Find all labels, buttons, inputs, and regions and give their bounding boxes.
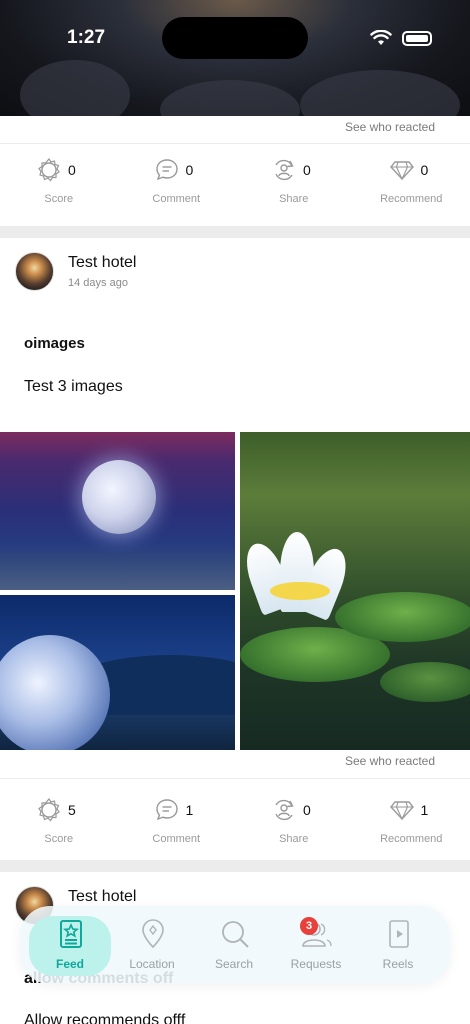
score-badge-icon [38,798,60,822]
see-who-reacted-link[interactable]: See who reacted [345,754,435,768]
status-time: 1:27 [67,27,106,48]
see-who-reacted-link[interactable]: See who reacted [345,120,435,134]
comment-icon [155,159,178,181]
recommend-label: Recommend [380,833,443,845]
requests-badge: 3 [300,917,318,935]
reels-play-icon [389,920,409,948]
bottom-nav: Feed Location Search Requests Reels [20,906,450,984]
comment-reaction[interactable]: 0 Comment [118,145,236,215]
comment-count: 0 [185,162,194,178]
moon-shape [82,460,156,534]
comment-reaction[interactable]: 1 Comment [118,785,236,855]
post-header[interactable]: Test hotel 14 days ago [15,252,455,300]
post-time: 14 days ago [68,277,128,289]
avatar[interactable] [15,252,54,291]
share-reaction[interactable]: 0 Share [235,145,353,215]
share-label: Share [279,833,309,845]
recommend-reaction[interactable]: 1 Recommend [353,785,470,855]
post-image-moon[interactable] [0,432,235,590]
tab-label: Search [214,957,254,971]
score-reaction[interactable]: 5 Score [0,785,118,855]
post-card: See who reacted 0 Score 0 Comment 0 Shar… [0,116,470,226]
post-author[interactable]: Test hotel [68,254,136,272]
score-reaction[interactable]: 0 Score [0,145,118,215]
score-label: Score [44,833,74,845]
recommend-count: 0 [420,162,429,178]
post-image-lotus[interactable] [240,432,470,750]
score-badge-icon [38,158,60,182]
recommend-count: 1 [420,802,429,818]
share-label: Share [279,193,309,205]
tab-search[interactable]: Search [193,906,275,984]
tab-label: Feed [55,957,84,971]
tab-feed[interactable]: Feed [29,906,111,984]
share-reaction[interactable]: 0 Share [235,785,353,855]
tab-requests[interactable]: Requests [275,906,357,984]
score-count: 5 [68,802,76,818]
share-count: 0 [303,162,311,178]
post-author[interactable]: Test hotel [68,888,136,906]
diamond-icon [389,161,414,181]
battery-icon [402,30,432,46]
tab-label: Location [129,957,175,971]
post-image-night-tree[interactable] [0,595,235,750]
comment-icon [155,799,178,821]
diamond-icon [389,801,414,821]
recommend-label: Recommend [380,193,443,205]
search-icon [222,921,249,948]
recommend-reaction[interactable]: 0 Recommend [353,145,470,215]
tab-label: Reels [382,957,414,971]
share-icon [275,159,294,181]
post-text: Test 3 images [24,378,123,395]
share-count: 0 [303,802,311,818]
tab-label: Requests [290,957,342,971]
share-icon [275,799,294,821]
score-label: Score [44,193,74,205]
score-count: 0 [68,162,76,178]
tab-location[interactable]: Location [111,906,193,984]
divider [0,778,470,779]
location-pin-icon [142,919,164,949]
divider [0,143,470,144]
reactions-bar: 0 Score 0 Comment 0 Share 0 Recommend [0,145,470,215]
feed-star-icon [60,920,82,948]
post-title: oimages [24,335,85,352]
comment-count: 1 [185,802,194,818]
comment-label: Comment [152,833,201,845]
comment-label: Comment [152,193,201,205]
post-text: Allow recommends offf [24,1012,186,1024]
tab-reels[interactable]: Reels [357,906,439,984]
dynamic-island [162,17,308,59]
reactions-bar: 5 Score 1 Comment 0 Share 1 Recommend [0,785,470,855]
wifi-icon [370,30,392,45]
status-icons [370,30,432,46]
